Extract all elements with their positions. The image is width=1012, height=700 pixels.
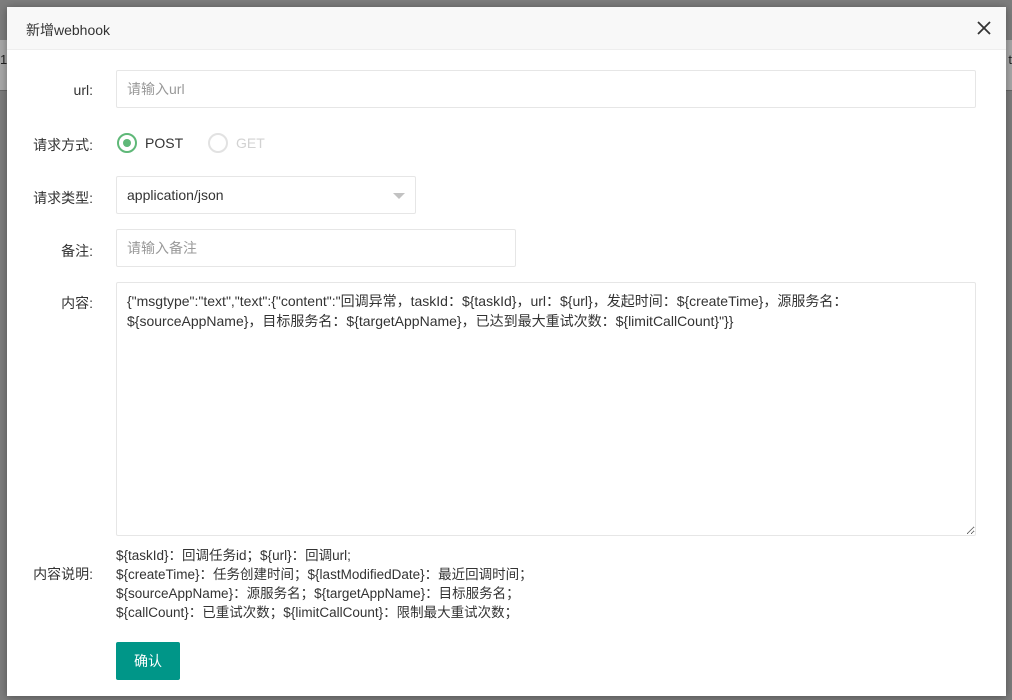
dialog-title: 新增webhook (26, 22, 111, 38)
radio-get[interactable]: GET (208, 133, 265, 153)
content-desc-line: ${taskId}：回调任务id；${url}：回调url; (116, 548, 351, 563)
radio-post[interactable]: POST (117, 133, 183, 153)
remark-label: 备注: (61, 243, 93, 259)
remark-input[interactable] (116, 229, 516, 267)
content-desc-line: ${sourceAppName}：源服务名；${targetAppName}：目… (116, 586, 520, 601)
content-textarea[interactable] (116, 282, 976, 536)
radio-checked-icon (117, 133, 137, 153)
content-desc: ${taskId}：回调任务id；${url}：回调url; ${createT… (116, 546, 533, 622)
confirm-button[interactable]: 确认 (116, 642, 180, 680)
url-label: url: (73, 82, 93, 98)
close-icon[interactable] (974, 18, 994, 38)
content-desc-line: ${callCount}：已重试次数；${limitCallCount}：限制最… (116, 605, 519, 620)
content-label: 内容: (61, 295, 93, 311)
url-input[interactable] (116, 70, 976, 108)
content-type-label: 请求类型: (33, 190, 93, 206)
caret-down-icon (393, 193, 405, 199)
add-webhook-dialog: 新增webhook url: 请求方式: POST GET 请求类型: appl… (7, 7, 1006, 696)
content-type-value: application/json (127, 187, 224, 203)
content-desc-line: ${createTime}：任务创建时间；${lastModifiedDate}… (116, 567, 533, 582)
dialog-header: 新增webhook (7, 7, 1006, 50)
radio-post-label: POST (145, 135, 184, 151)
radio-get-label: GET (236, 135, 265, 151)
radio-unchecked-icon (208, 133, 228, 153)
content-desc-label: 内容说明: (33, 566, 93, 582)
content-type-select[interactable]: application/json (116, 176, 416, 214)
background-text-right: t (1008, 52, 1012, 67)
method-label: 请求方式: (33, 137, 93, 153)
